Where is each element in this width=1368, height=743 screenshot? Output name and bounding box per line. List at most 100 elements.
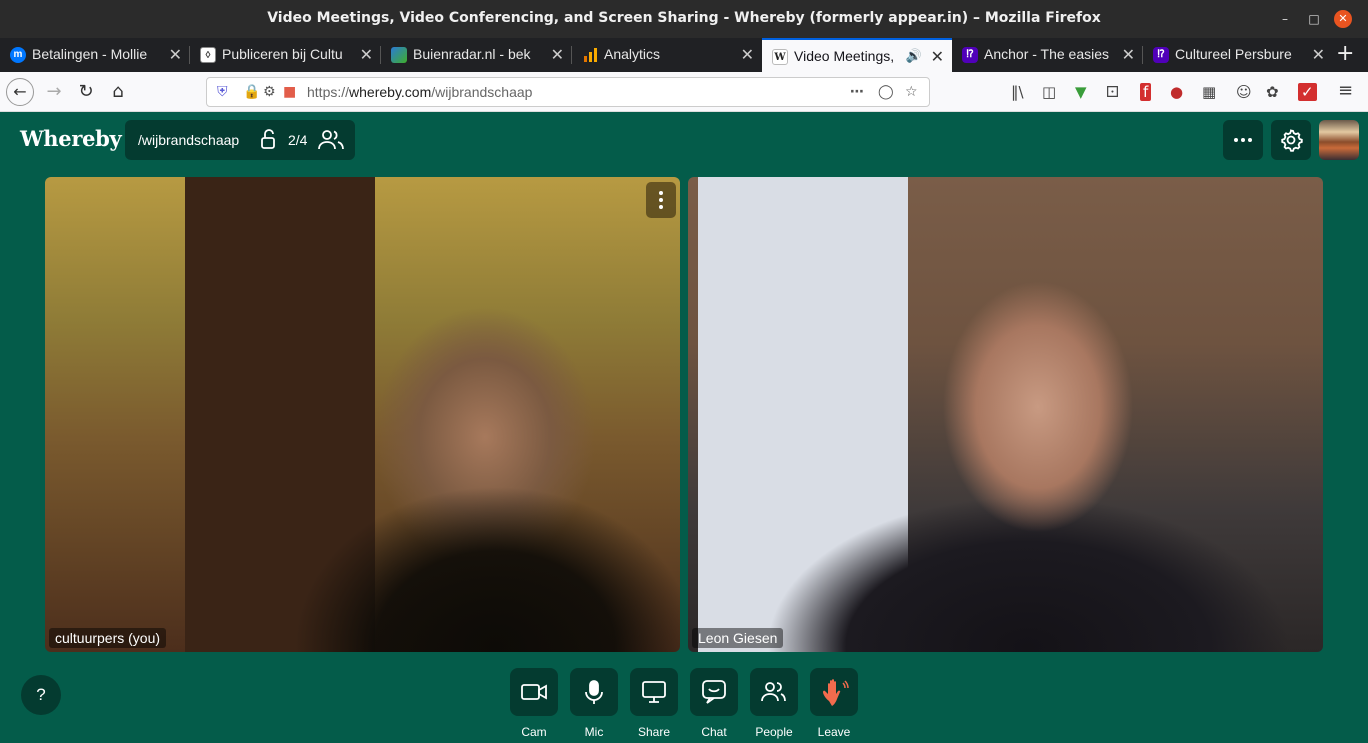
analytics-icon [582,47,598,63]
chat-icon [702,680,726,704]
url-domain: whereby.com [349,84,432,100]
window-titlebar: Video Meetings, Video Conferencing, and … [0,0,1368,38]
mollie-icon: m [10,47,26,63]
tab-analytics[interactable]: Analytics ✕ [572,38,762,72]
lock-icon[interactable]: 🔒 [243,84,260,100]
microphone-icon [585,680,603,704]
tab-close-icon[interactable]: ✕ [169,45,182,65]
tab-strip: m Betalingen - Mollie ✕ ◊ Publiceren bij… [0,38,1368,72]
maximize-button[interactable]: □ [1306,11,1322,27]
more-options-button[interactable] [1223,120,1263,160]
extension-balls-icon[interactable]: ● [1170,83,1183,101]
cam-button-box[interactable] [510,668,558,716]
hamburger-menu-icon[interactable]: ≡ [1338,80,1353,101]
participant-name-label: cultuurpers (you) [49,628,167,648]
privacy-badger-icon[interactable]: ▼ [1075,83,1087,101]
buienradar-icon [391,47,407,63]
video-tile-remote[interactable]: Leon Giesen [688,177,1323,652]
tab-publiceren[interactable]: ◊ Publiceren bij Cultu ✕ [190,38,381,72]
people-icon [761,682,786,702]
back-button[interactable]: ← [6,78,34,106]
extension-grid-icon[interactable]: ▦ [1202,83,1216,101]
library-icon[interactable]: ‖\ [1011,83,1024,101]
new-tab-button[interactable]: + [1336,42,1354,66]
navigation-toolbar: ← → ↻ ⌂ ⛨ 🔒 ⚙ ■ https://whereby.com/wijb… [0,72,1368,112]
whereby-logo[interactable]: Whereby [20,126,122,151]
people-icon[interactable] [318,128,344,155]
settings-button[interactable] [1271,120,1311,160]
tab-anchor[interactable]: ⁉ Anchor - The easies ✕ [952,38,1143,72]
unlocked-icon[interactable] [258,128,280,153]
gear-icon [1281,129,1303,152]
tab-close-icon[interactable]: ✕ [360,45,373,65]
room-info-pill[interactable]: /wijbrandschaap 2/4 [125,120,355,160]
screen-share-icon [642,681,666,703]
tab-label: Betalingen - Mollie [32,46,148,62]
video-tile-self[interactable]: cultuurpers (you) [45,177,680,652]
page-actions-icon[interactable]: ⋯ [850,84,864,100]
tab-close-icon[interactable]: ✕ [931,47,944,67]
whereby-icon: W [772,49,788,65]
chat-label: Chat [701,725,727,739]
wave-hand-icon [823,679,849,706]
leave-label: Leave [817,725,851,739]
camera-sharing-icon[interactable]: ■ [283,84,296,100]
gnome-icon[interactable]: ✿ [1266,83,1279,101]
people-label: People [755,725,793,739]
leave-button-box[interactable] [810,668,858,716]
participant-count: 2/4 [288,132,308,148]
account-icon[interactable]: ☺ [1236,83,1252,101]
permissions-icon[interactable]: ⚙ [263,84,276,100]
wordpress-icon: ◊ [200,47,216,63]
people-button-box[interactable] [750,668,798,716]
share-button-box[interactable] [630,668,678,716]
tab-label: Video Meetings, [794,48,895,64]
minimize-button[interactable]: – [1277,11,1293,27]
pocket-icon[interactable]: ◯ [878,84,894,100]
home-button[interactable]: ⌂ [104,78,132,106]
chat-button-box[interactable] [690,668,738,716]
more-vertical-icon [659,191,663,209]
mic-button-box[interactable] [570,668,618,716]
participant-name-label: Leon Giesen [692,628,784,648]
tab-label: Publiceren bij Cultu [222,46,343,62]
camera-icon [521,684,547,700]
reload-button[interactable]: ↻ [72,78,100,106]
window-title: Video Meetings, Video Conferencing, and … [267,10,1101,26]
more-horizontal-icon [1234,138,1252,142]
url-prefix: https:// [307,84,350,100]
speaker-icon[interactable]: 🔊 [906,48,922,64]
flash-icon[interactable]: f [1140,83,1152,101]
tile-menu-button[interactable] [646,182,676,218]
tab-cultureel-persbureau[interactable]: ⁉ Cultureel Persbure ✕ [1143,38,1333,72]
tab-label: Cultureel Persbure [1175,46,1292,62]
cam-label: Cam [521,725,547,739]
tab-buienradar[interactable]: Buienradar.nl - bek ✕ [381,38,572,72]
tab-label: Anchor - The easies [984,46,1110,62]
tab-label: Analytics [604,46,661,62]
user-avatar[interactable] [1319,120,1359,160]
tab-close-icon[interactable]: ✕ [1312,45,1325,65]
url-path: /wijbrandschaap [431,84,533,100]
room-name: /wijbrandschaap [138,132,240,148]
url-text[interactable]: https://whereby.com/wijbrandschaap [307,84,532,100]
anchor-icon: ⁉ [1153,47,1169,63]
extension-dice-icon[interactable]: ⚀ [1106,83,1119,101]
sidebar-icon[interactable]: ◫ [1042,83,1056,101]
mic-label: Mic [584,725,604,739]
extension-red-icon[interactable]: ✓ [1298,83,1317,101]
tab-label: Buienradar.nl - bek [413,46,531,62]
tab-mollie[interactable]: m Betalingen - Mollie ✕ [0,38,190,72]
share-label: Share [637,725,671,739]
tab-close-icon[interactable]: ✕ [1122,45,1135,65]
anchor-icon: ⁉ [962,47,978,63]
help-button[interactable]: ? [21,675,61,715]
tab-whereby-active[interactable]: W Video Meetings, 🔊 ✕ [762,38,952,72]
bookmark-star-icon[interactable]: ☆ [905,84,918,100]
address-bar[interactable]: ⛨ 🔒 ⚙ ■ https://whereby.com/wijbrandscha… [206,77,930,107]
tracking-protection-icon[interactable]: ⛨ [217,84,228,100]
forward-button[interactable]: → [40,78,68,106]
tab-close-icon[interactable]: ✕ [741,45,754,65]
tab-close-icon[interactable]: ✕ [551,45,564,65]
window-close-button[interactable]: ✕ [1334,10,1352,28]
